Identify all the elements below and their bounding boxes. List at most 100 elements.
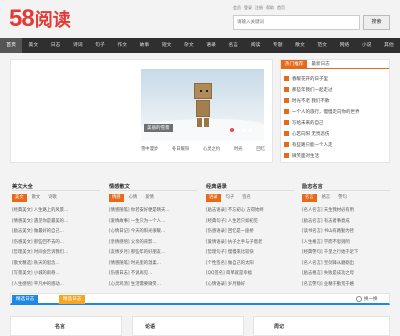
column-subtab[interactable]: 句子	[223, 194, 238, 202]
nav-item[interactable]: 网络	[333, 38, 355, 53]
column-subtab[interactable]: 语录	[206, 194, 221, 202]
nav-item[interactable]: 专题	[267, 38, 289, 53]
nav-item[interactable]: 小说	[356, 38, 378, 53]
nav-item[interactable]: 短文	[156, 38, 178, 53]
column-subtab[interactable]: 警句	[335, 194, 350, 202]
site-logo[interactable]: 58 阅读	[9, 5, 71, 32]
toplink[interactable]: 会员	[233, 5, 241, 11]
side-tab-new[interactable]: 最新日志	[307, 60, 333, 68]
column-subtab[interactable]: 爱情	[142, 194, 157, 202]
column-title[interactable]: 情感散文	[109, 183, 197, 191]
bottom-tab-selected[interactable]: 精选日志	[12, 295, 39, 304]
list-item[interactable]: [心灵鸡汤] 生活需要微笑…	[109, 280, 197, 291]
side-list-item[interactable]: 春暖花开的日子里	[284, 73, 388, 84]
list-item[interactable]: [情感美文] 遇见你是最美的…	[12, 217, 100, 228]
side-list-item[interactable]: 心若向阳 无畏悲伤	[284, 128, 388, 139]
list-item[interactable]: [哲理句子] 慢慢来比较快	[206, 248, 294, 259]
list-item[interactable]: [经典美文] 人生路上的风景…	[12, 206, 100, 217]
nav-item[interactable]: 散文	[289, 38, 311, 53]
thumb-label[interactable]: 时光	[234, 146, 243, 152]
slide-caption: 美丽的雪景	[144, 124, 173, 132]
column-title[interactable]: 经典语录	[206, 183, 294, 191]
column-title[interactable]: 励志名言	[302, 183, 390, 191]
list-item[interactable]: [心情日记] 今天的阳光很暖…	[109, 227, 197, 238]
list-item[interactable]: [写景美文] 小城的雨巷…	[12, 269, 100, 280]
list-item[interactable]: [散文精选] 秋天的思念…	[12, 259, 100, 270]
nav-item[interactable]: 阅读	[244, 38, 266, 53]
side-list-item[interactable]: 有些路只能一个人走	[284, 139, 388, 150]
list-item[interactable]: [人生格言] 学而不思则罔	[302, 238, 390, 249]
side-tab-hot[interactable]: 热门推荐	[281, 60, 308, 68]
list-item[interactable]: [心情语录] 岁月静好	[206, 280, 294, 291]
nav-item[interactable]: 美文	[22, 38, 44, 53]
nav-item[interactable]: 杂文	[178, 38, 200, 53]
search-input[interactable]	[233, 15, 360, 30]
slide-dot[interactable]	[230, 128, 234, 132]
side-list-item[interactable]: 那些年我们一起走过	[284, 84, 388, 95]
thumb-label[interactable]: 心灵之约	[203, 146, 220, 152]
list-item[interactable]: [名人名言] 天生我材必有用	[302, 206, 390, 217]
toplink[interactable]: 首页	[277, 5, 285, 11]
toplink[interactable]: 登录	[244, 5, 252, 11]
refresh-button[interactable]: 换一换	[356, 296, 378, 302]
column-subtabs: 名言 格言 警句	[302, 194, 390, 202]
category-column: 励志名言名言 格言 警句 [名人名言] 天生我材必有用 [励志名言] 有志者事竟成 [读书…	[302, 183, 390, 287]
list-item[interactable]: [哲理美文] 时间会告诉我们…	[12, 248, 100, 259]
list-item[interactable]: [励志格言] 失败是成功之母	[302, 269, 390, 280]
list-item[interactable]: [亲情感悟] 父亲的背影…	[109, 238, 197, 249]
column-subtab[interactable]: 名言	[302, 194, 317, 202]
list-item[interactable]: [人生感悟] 平凡中的感动…	[12, 280, 100, 291]
search-button[interactable]: 搜索	[363, 15, 390, 30]
nav-item[interactable]: 诗词	[67, 38, 89, 53]
nav-item[interactable]: 故事	[133, 38, 155, 53]
nav-item[interactable]: 作文	[111, 38, 133, 53]
column-subtab[interactable]: 心情	[126, 194, 141, 202]
list-item[interactable]: [名人名言] 宝剑锋从磨砺出	[302, 259, 390, 270]
bottom-tab-quality[interactable]: 精品日志	[59, 295, 86, 304]
list-item[interactable]: [个性签名] 做自己的太阳	[206, 259, 294, 270]
column-subtab[interactable]: 格言	[319, 194, 334, 202]
nav-item[interactable]: 首页	[0, 38, 23, 53]
thumb-label[interactable]: 雪中漫步	[141, 146, 158, 152]
column-title[interactable]: 美文大全	[12, 183, 100, 191]
list-item[interactable]: [情感随笔] 时光里的温柔…	[109, 259, 197, 270]
side-list-item[interactable]: 一个人的旅行，慢慢走向你的世界	[284, 106, 388, 117]
list-item[interactable]: [伤感日志] 不说再见…	[109, 269, 197, 280]
side-list-item[interactable]: 写给未来的自己	[284, 117, 388, 128]
list-item[interactable]: [伤感美文] 那些回不去的…	[12, 238, 100, 249]
list-item[interactable]: [爱情故事] 一生只为一个人…	[109, 217, 197, 228]
nav-item[interactable]: 语录	[200, 38, 222, 53]
toplink[interactable]: 帮助	[266, 5, 274, 11]
toplink[interactable]: 注册	[255, 5, 263, 11]
column-subtab[interactable]: 美文	[12, 194, 27, 202]
nav-item[interactable]: 其他	[378, 38, 400, 53]
list-item[interactable]: [励志美文] 做最好的自己…	[12, 227, 100, 238]
list-item[interactable]: [爱情语录] 执子之手与子偕老	[206, 238, 294, 249]
list-item[interactable]: [情感随笔] 你若安好便是晴天…	[109, 206, 197, 217]
list-item[interactable]: [励志语录] 不忘初心 方得始终	[206, 206, 294, 217]
column-subtab[interactable]: 签名	[239, 194, 254, 202]
list-item[interactable]: [伤感语录] 回忆是一座桥	[206, 227, 294, 238]
list-item[interactable]: [励志名言] 有志者事竟成	[302, 217, 390, 228]
slide-dot[interactable]	[242, 128, 246, 132]
side-list-item[interactable]: 时光不老 我们不散	[284, 95, 388, 106]
list-item[interactable]: [名言警句] 业精于勤荒于嬉	[302, 280, 390, 291]
nav-item[interactable]: 名言	[222, 38, 244, 53]
side-list-item[interactable]: 微笑面对生活	[284, 150, 388, 161]
column-subtabs: 语录 句子 签名	[206, 194, 294, 202]
slide-dot[interactable]	[236, 128, 240, 132]
list-item[interactable]: [友情岁月] 那些年的好朋友…	[109, 248, 197, 259]
column-subtab[interactable]: 散文	[29, 194, 44, 202]
slide-dot[interactable]	[248, 128, 252, 132]
list-item[interactable]: [读书名言] 书山有路勤为径	[302, 227, 390, 238]
list-item[interactable]: [QQ签名] 简单就是幸福	[206, 269, 294, 280]
nav-item[interactable]: 范文	[311, 38, 333, 53]
thumb-label[interactable]: 回忆	[256, 146, 265, 152]
thumb-label[interactable]: 冬日暖阳	[172, 146, 189, 152]
nav-item[interactable]: 句子	[89, 38, 111, 53]
list-item[interactable]: [经典警句] 千里之行始于足下	[302, 248, 390, 259]
nav-item[interactable]: 日志	[44, 38, 66, 53]
column-subtab[interactable]: 情感	[109, 194, 124, 202]
column-subtab[interactable]: 诗歌	[45, 194, 60, 202]
list-item[interactable]: [经典句子] 人生若只如初见	[206, 217, 294, 228]
